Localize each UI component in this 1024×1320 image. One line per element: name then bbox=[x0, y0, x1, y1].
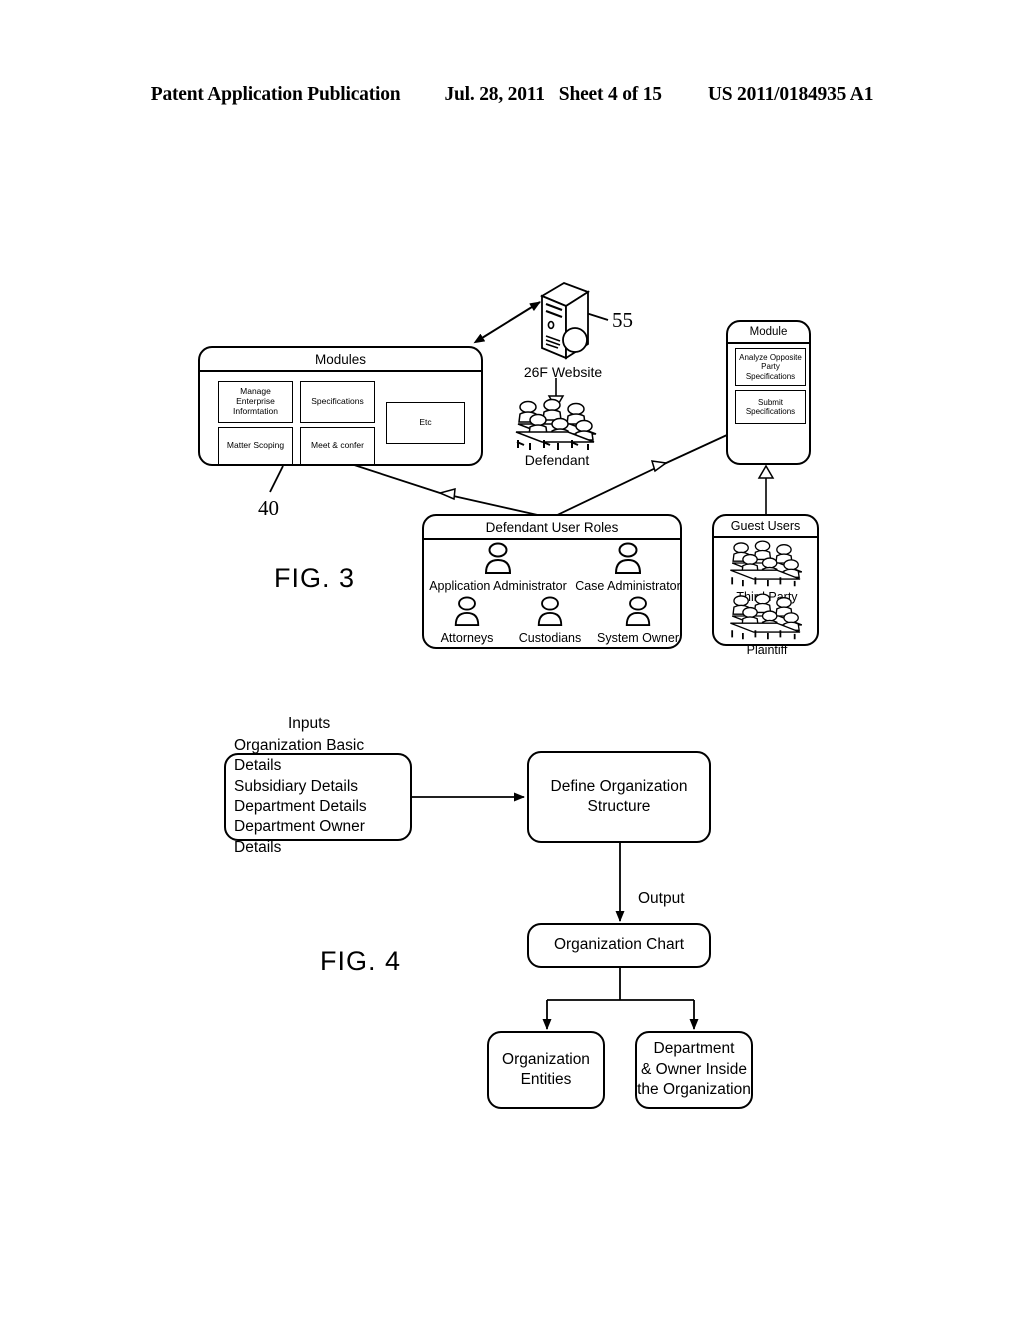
sheet-number: Sheet 4 of 15 bbox=[558, 84, 662, 105]
module-item-specifications[interactable]: Specifications bbox=[300, 381, 375, 423]
user-role-custodians[interactable]: Custodians bbox=[508, 596, 592, 645]
module-item-submit-specifications[interactable]: Submit Specifications bbox=[735, 390, 806, 424]
module-item-analyze-opposite-party-specifications[interactable]: Analyze Opposite Party Specifications bbox=[735, 348, 806, 386]
guest-group-plaintiff[interactable]: Plaintiff bbox=[717, 591, 817, 657]
department-box-line: & Owner Inside bbox=[641, 1060, 747, 1078]
user-role-system-owner[interactable]: System Owner bbox=[594, 596, 682, 645]
person-icon bbox=[625, 596, 651, 626]
inputs-line: Subsidiary Details bbox=[234, 777, 359, 795]
figure-4-label: FIG. 4 bbox=[320, 946, 402, 976]
line-modules-tail bbox=[347, 462, 441, 494]
user-role-case-administrator[interactable]: Case Administrator bbox=[572, 542, 684, 593]
entities-box-line: Organization bbox=[502, 1050, 590, 1068]
user-role-label: Attorneys bbox=[440, 631, 494, 645]
guest-group-label: Plaintiff bbox=[746, 643, 788, 657]
user-role-label: System Owner bbox=[597, 631, 679, 645]
entities-box-line: Entities bbox=[520, 1071, 572, 1088]
define-organization-structure-box: Define Organization Structure bbox=[527, 751, 711, 843]
organization-chart-box: Organization Chart bbox=[527, 923, 711, 968]
publication-title: Patent Application Publication bbox=[150, 84, 401, 105]
inputs-line: Department Owner Details bbox=[234, 818, 365, 856]
inputs-label: Inputs bbox=[288, 715, 331, 732]
user-role-label: Application Administrator bbox=[429, 579, 567, 593]
person-icon bbox=[454, 596, 480, 626]
person-icon bbox=[484, 542, 512, 574]
output-label: Output bbox=[638, 890, 685, 907]
modules-title: Modules bbox=[200, 348, 481, 372]
module-item-label: Analyze Opposite Party Specifications bbox=[739, 353, 802, 381]
inputs-line: Organization Basic Details bbox=[234, 736, 365, 775]
arrow-guestusers-module bbox=[757, 464, 775, 518]
diagram-connectors-layer: 26F Website --> bbox=[269, 301, 775, 1030]
user-role-label: Custodians bbox=[518, 631, 582, 645]
leader-line-40 bbox=[269, 465, 284, 493]
line-module-tail bbox=[663, 434, 728, 465]
inputs-line: Department Details bbox=[234, 798, 367, 815]
module-item-label: Matter Scoping bbox=[226, 440, 285, 451]
group-of-people-icon bbox=[730, 593, 803, 640]
user-role-application-administrator[interactable]: Application Administrator bbox=[424, 542, 572, 593]
figure-3-label: FIG. 3 bbox=[274, 563, 356, 593]
server-tower-icon bbox=[528, 278, 598, 366]
user-role-attorneys[interactable]: Attorneys bbox=[428, 596, 506, 645]
module-item-label: Specifications bbox=[311, 396, 364, 407]
module-item-label: Submit Specifications bbox=[745, 397, 796, 416]
organization-entities-box: Organization Entities bbox=[487, 1031, 605, 1109]
arrow-userroles-module bbox=[550, 460, 668, 519]
defendant-caption: Defendant bbox=[524, 452, 590, 468]
publication-header: Patent Application Publication Jul. 28, … bbox=[0, 84, 1024, 106]
patent-number: US 2011/0184935 A1 bbox=[707, 84, 874, 105]
reference-numeral-55: 55 bbox=[612, 308, 633, 332]
module-item-etc[interactable]: Etc bbox=[386, 402, 465, 444]
module-item-meet-and-confer[interactable]: Meet & confer bbox=[300, 427, 375, 465]
module-item-label: Meet & confer bbox=[311, 440, 364, 451]
module-item-label: Manage Enterprise Informtation bbox=[233, 386, 278, 416]
modules-container: Modules Manage Enterprise Informtation S… bbox=[198, 346, 483, 466]
defendant-user-roles-title: Defendant User Roles bbox=[424, 516, 680, 540]
department-box-line: Department bbox=[653, 1040, 735, 1058]
reference-numeral-40: 40 bbox=[258, 496, 279, 520]
person-icon bbox=[614, 542, 642, 574]
arrow-chart-children bbox=[542, 968, 699, 1030]
group-of-people-icon bbox=[730, 540, 803, 587]
define-box-line: Define Organization bbox=[550, 777, 688, 795]
module-container: Module Analyze Opposite Party Specificat… bbox=[726, 320, 811, 465]
chart-box-line: Organization Chart bbox=[553, 936, 685, 954]
department-box-line: the Organization bbox=[637, 1081, 751, 1099]
website-caption: 26F Website bbox=[523, 364, 603, 380]
inputs-box: Organization Basic Details Subsidiary De… bbox=[224, 737, 412, 856]
guest-users-container: Guest Users Third Party Plaintiff bbox=[712, 514, 819, 657]
module-item-matter-scoping[interactable]: Matter Scoping bbox=[218, 427, 293, 465]
module-title: Module bbox=[728, 322, 809, 344]
publication-date: Jul. 28, 2011 bbox=[444, 84, 545, 105]
person-icon bbox=[537, 596, 563, 626]
user-role-label: Case Administrator bbox=[575, 579, 681, 593]
module-item-manage-enterprise-information[interactable]: Manage Enterprise Informtation bbox=[218, 381, 293, 423]
guest-users-title: Guest Users bbox=[714, 516, 817, 538]
define-box-line: Structure bbox=[587, 798, 651, 815]
group-of-people-icon bbox=[508, 396, 606, 452]
defendant-user-roles-container: Defendant User Roles Application Adminis… bbox=[422, 514, 682, 649]
department-owner-box: Department & Owner Inside the Organizati… bbox=[635, 1031, 753, 1109]
module-item-label: Etc bbox=[419, 417, 432, 428]
